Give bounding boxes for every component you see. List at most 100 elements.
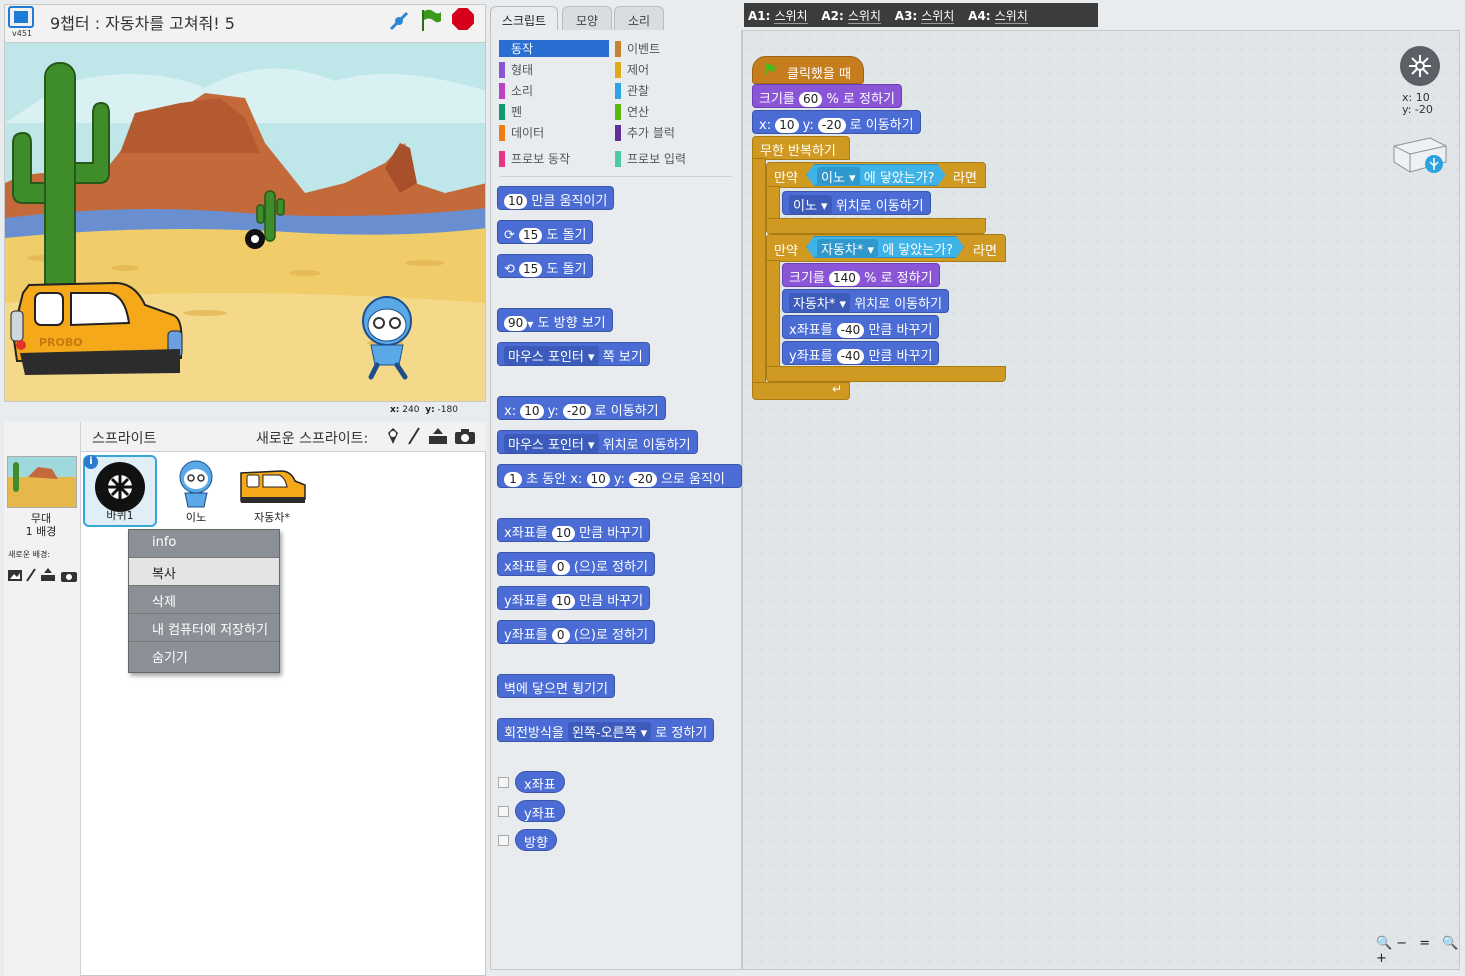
wheel-sprite[interactable] (245, 229, 265, 249)
port-select-a1[interactable]: 스위치 (774, 9, 808, 24)
block-change-y-by[interactable]: y좌표를 -40 만큼 바꾸기 (782, 341, 940, 365)
reporter-direction[interactable]: 방향 (515, 829, 557, 851)
block-set-y[interactable]: y좌표를 0 (으)로 정하기 (497, 620, 655, 644)
block-input[interactable]: 10 (551, 594, 575, 609)
port-select-a4[interactable]: 스위치 (994, 9, 1028, 24)
sprite-library-icon[interactable] (388, 428, 398, 444)
usb-connect-icon[interactable] (388, 10, 410, 32)
block-input[interactable]: 10 (504, 194, 528, 209)
fullscreen-icon[interactable] (8, 6, 34, 28)
reporter-x-position[interactable]: x좌표 (515, 771, 565, 793)
block-when-flag-clicked[interactable]: ⚑ 클릭했을 때 (752, 56, 864, 84)
sprite-tile-ino[interactable]: 이노 (159, 455, 233, 527)
block-input[interactable]: -20 (817, 118, 846, 133)
block-goto-target[interactable]: 마우스 포인터 ▾ 위치로 이동하기 (497, 430, 698, 454)
block-goto-xy[interactable]: x: 10 y: -20 로 이동하기 (497, 396, 666, 420)
stage-thumbnail[interactable] (7, 456, 77, 508)
block-dropdown[interactable]: 이노 ▾ (789, 195, 832, 214)
category-motion[interactable]: 동작 (499, 40, 609, 57)
block-input[interactable]: 90 (504, 316, 528, 331)
reporter-y-position[interactable]: y좌표 (515, 800, 565, 822)
menu-item-duplicate[interactable]: 복사 (129, 558, 279, 586)
menu-item-delete[interactable]: 삭제 (129, 586, 279, 614)
tab-sounds[interactable]: 소리 (614, 6, 664, 32)
block-input[interactable]: 10 (520, 404, 544, 419)
backdrop-camera-icon[interactable] (61, 572, 77, 582)
zoom-reset-icon[interactable]: = (1419, 936, 1434, 951)
block-point-direction[interactable]: 90 ▼ 도 방향 보기 (497, 308, 613, 332)
category-data[interactable]: 데이터 (499, 124, 544, 141)
category-events[interactable]: 이벤트 (615, 40, 660, 57)
block-goto-xy[interactable]: x: 10 y: -20 로 이동하기 (752, 110, 921, 134)
backdrop-upload-icon[interactable] (41, 568, 55, 581)
block-input[interactable]: 15 (519, 228, 543, 243)
block-dropdown[interactable]: 마우스 포인터 ▾ (504, 346, 599, 365)
menu-item-save-to-computer[interactable]: 내 컴퓨터에 저장하기 (129, 614, 279, 642)
block-touching-car[interactable]: 자동차* ▾ 에 닿았는가? (806, 236, 964, 258)
upload-icon[interactable] (429, 428, 447, 444)
block-dropdown[interactable]: 자동차* ▾ (817, 239, 878, 258)
info-icon[interactable]: i (84, 455, 98, 469)
block-glide[interactable]: 1 초 동안 x: 10 y: -20 으로 움직이 (497, 464, 742, 488)
block-input[interactable]: -40 (836, 349, 865, 364)
block-input[interactable]: 140 (829, 271, 860, 286)
block-dropdown[interactable]: 왼쪽-오른쪽 ▾ (567, 722, 652, 741)
port-select-a2[interactable]: 스위치 (847, 9, 881, 24)
block-dropdown[interactable]: 마우스 포인터 ▾ (504, 434, 599, 453)
block-input[interactable]: 15 (519, 262, 543, 277)
category-pen[interactable]: 펜 (499, 103, 522, 120)
block-input[interactable]: 10 (551, 526, 575, 541)
category-operators[interactable]: 연산 (615, 103, 649, 120)
tab-scripts[interactable]: 스크립트 (490, 6, 558, 32)
category-control[interactable]: 제어 (615, 61, 649, 78)
block-turn-right[interactable]: ⟳ 15 도 돌기 (497, 220, 594, 244)
tab-costumes[interactable]: 모양 (562, 6, 612, 32)
category-looks[interactable]: 형태 (499, 61, 533, 78)
block-input[interactable]: -20 (562, 404, 591, 419)
category-probo-motion[interactable]: 프로보 동작 (499, 150, 570, 167)
category-sound[interactable]: 소리 (499, 82, 533, 99)
block-change-y[interactable]: y좌표를 10 만큼 바꾸기 (497, 586, 651, 610)
block-input[interactable]: 10 (586, 472, 610, 487)
zoom-out-icon[interactable]: 🔍− (1376, 936, 1411, 951)
reporter-checkbox-x[interactable] (498, 777, 509, 788)
port-select-a3[interactable]: 스위치 (921, 9, 955, 24)
block-input[interactable]: 0 (551, 628, 570, 643)
block-input[interactable]: 10 (775, 118, 799, 133)
camera-icon[interactable] (455, 429, 475, 444)
block-input[interactable]: 0 (551, 560, 570, 575)
block-dropdown[interactable]: 자동차* ▾ (789, 293, 851, 312)
block-input[interactable]: 60 (799, 92, 823, 107)
block-turn-left[interactable]: ⟲ 15 도 돌기 (497, 254, 594, 278)
block-goto-ino[interactable]: 이노 ▾ 위치로 이동하기 (782, 191, 931, 215)
sprite-tile-car[interactable]: 자동차* (235, 455, 309, 527)
block-input[interactable]: -40 (836, 323, 865, 338)
block-rotation-style[interactable]: 회전방식을 왼쪽-오른쪽 ▾ 로 정하기 (497, 718, 715, 742)
green-flag-icon[interactable] (420, 8, 442, 32)
block-bounce[interactable]: 벽에 닿으면 튕기기 (497, 674, 615, 698)
dropdown-value: 자동차* (793, 297, 836, 312)
block-change-x[interactable]: x좌표를 10 만큼 바꾸기 (497, 518, 651, 542)
backdrop-paint-icon[interactable] (26, 568, 36, 582)
category-more-blocks[interactable]: 추가 블럭 (615, 124, 675, 141)
backdrop-library-icon[interactable] (8, 570, 22, 581)
block-touching-ino[interactable]: 이노 ▾ 에 닿았는가? (806, 164, 946, 186)
menu-item-hide[interactable]: 숨기기 (129, 642, 279, 670)
block-input[interactable]: 1 (504, 472, 522, 487)
reporter-checkbox-y[interactable] (498, 806, 509, 817)
stage-canvas[interactable]: PROBO (4, 42, 486, 402)
block-goto-car[interactable]: 자동차* ▾ 위치로 이동하기 (782, 289, 950, 313)
block-dropdown[interactable]: 이노 ▾ (817, 167, 860, 186)
block-set-size[interactable]: 크기를 60 % 로 정하기 (752, 84, 902, 108)
menu-item-info[interactable]: info (129, 530, 279, 558)
block-set-x[interactable]: x좌표를 0 (으)로 정하기 (497, 552, 655, 576)
block-set-size-140[interactable]: 크기를 140 % 로 정하기 (782, 263, 940, 287)
block-input[interactable]: -20 (629, 472, 657, 487)
block-move-steps[interactable]: 10 만큼 움직이기 (497, 186, 615, 210)
category-sensing[interactable]: 관찰 (615, 82, 649, 99)
paint-brush-icon[interactable] (408, 427, 420, 445)
reporter-checkbox-direction[interactable] (498, 835, 509, 846)
category-probo-input[interactable]: 프로보 입력 (615, 150, 686, 167)
block-change-x-by[interactable]: x좌표를 -40 만큼 바꾸기 (782, 315, 940, 339)
block-point-towards[interactable]: 마우스 포인터 ▾ 쪽 보기 (497, 342, 650, 366)
